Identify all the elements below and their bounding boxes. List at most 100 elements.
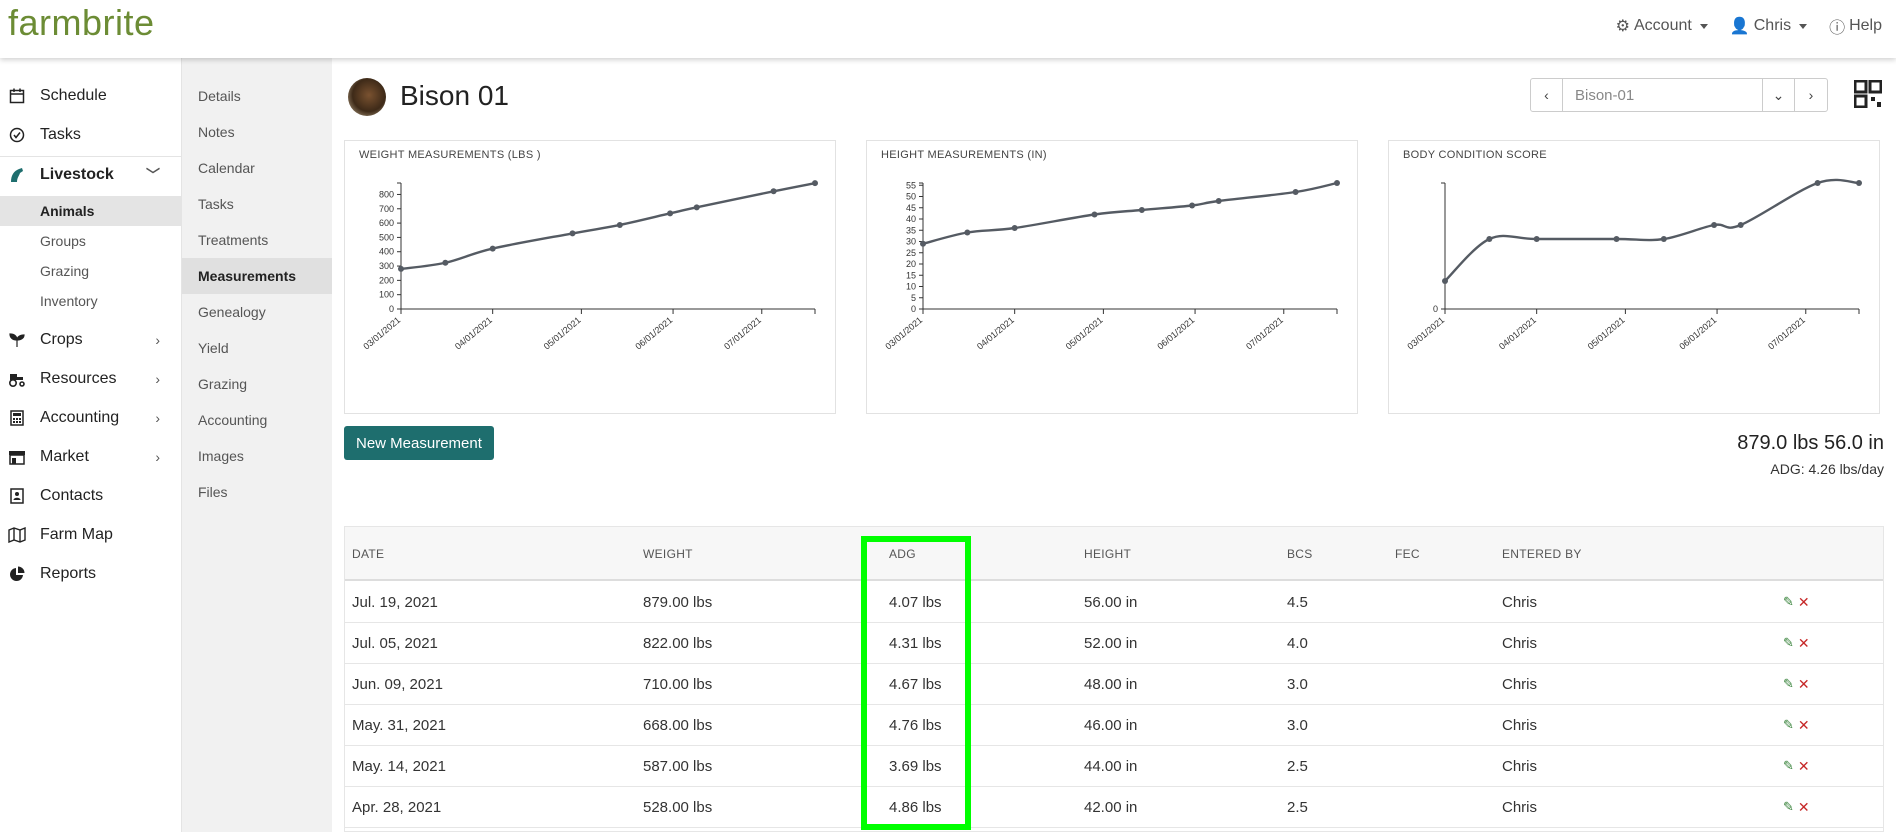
submenu-measurements[interactable]: Measurements — [182, 258, 332, 294]
cell-date: Jul. 19, 2021 — [352, 594, 438, 611]
sidebar-item-resources[interactable]: Resources › — [0, 361, 182, 397]
column-header-height[interactable]: HEIGHT — [1084, 547, 1131, 561]
sidebar-item-market[interactable]: Market › — [0, 439, 182, 475]
user-menu[interactable]: 👤 Chris — [1730, 14, 1808, 38]
sidebar-item-livestock[interactable]: Livestock ﹀ — [0, 156, 182, 192]
data-point — [442, 259, 449, 266]
delete-x-icon[interactable]: ✕ — [1798, 758, 1810, 775]
delete-x-icon[interactable]: ✕ — [1798, 717, 1810, 734]
y-tick-label: 400 — [379, 247, 394, 257]
animal-selector: ‹ ⌄ › — [1530, 78, 1828, 112]
x-tick-label: 04/01/2021 — [975, 315, 1016, 352]
x-tick-label: 07/01/2021 — [722, 315, 763, 352]
check-circle-icon — [8, 126, 26, 144]
x-tick-label: 03/01/2021 — [1405, 315, 1446, 352]
submenu-calendar[interactable]: Calendar — [182, 150, 332, 186]
sidebar-item-tasks[interactable]: Tasks — [0, 117, 182, 153]
table-row[interactable]: Jul. 19, 2021 879.00 lbs 4.07 lbs 56.00 … — [345, 582, 1883, 623]
sidebar-subitem-inventory[interactable]: Inventory — [0, 286, 182, 316]
edit-pencil-icon[interactable]: ✎ — [1783, 676, 1794, 693]
edit-pencil-icon[interactable]: ✎ — [1783, 799, 1794, 816]
edit-pencil-icon[interactable]: ✎ — [1783, 758, 1794, 775]
qr-code-icon[interactable] — [1854, 80, 1882, 108]
y-tick-label: 35 — [906, 225, 916, 235]
table-row[interactable]: Jun. 09, 2021 710.00 lbs 4.67 lbs 48.00 … — [345, 664, 1883, 705]
column-header-weight[interactable]: WEIGHT — [643, 547, 693, 561]
submenu-grazing[interactable]: Grazing — [182, 366, 332, 402]
farmbrite-logo[interactable]: farmbrite — [8, 2, 155, 44]
data-point — [489, 245, 496, 252]
cell-entered-by: Chris — [1502, 635, 1538, 652]
sidebar-subitem-groups[interactable]: Groups — [0, 226, 182, 256]
delete-x-icon[interactable]: ✕ — [1798, 799, 1810, 816]
cell-adg: 4.86 lbs — [889, 799, 942, 816]
pie-chart-icon — [8, 565, 26, 583]
x-tick-label: 04/01/2021 — [1497, 315, 1538, 352]
column-header-date[interactable]: DATE — [352, 547, 384, 561]
y-tick-label: 300 — [379, 261, 394, 271]
next-animal-button[interactable]: › — [1795, 79, 1827, 111]
column-header-fec[interactable]: FEC — [1395, 547, 1420, 561]
column-header-entered-by[interactable]: ENTERED BY — [1502, 547, 1582, 561]
delete-x-icon[interactable]: ✕ — [1798, 635, 1810, 652]
submenu-details[interactable]: Details — [182, 78, 332, 114]
data-point — [616, 221, 623, 228]
cell-weight: 668.00 lbs — [643, 717, 713, 734]
sidebar-item-label: Livestock — [40, 165, 114, 183]
submenu-accounting[interactable]: Accounting — [182, 402, 332, 438]
animal-selector-input[interactable] — [1563, 79, 1763, 111]
x-tick-label: 07/01/2021 — [1244, 315, 1285, 352]
sidebar-item-reports[interactable]: Reports — [0, 556, 182, 592]
y-tick-label: 0 — [389, 304, 394, 314]
page-title: Bison 01 — [400, 80, 509, 111]
submenu-genealogy[interactable]: Genealogy — [182, 294, 332, 330]
sidebar-item-crops[interactable]: Crops › — [0, 322, 182, 358]
column-header-adg[interactable]: ADG — [889, 547, 916, 561]
sidebar-item-schedule[interactable]: Schedule — [0, 78, 182, 114]
y-tick-label: 100 — [379, 290, 394, 300]
delete-x-icon[interactable]: ✕ — [1798, 676, 1810, 693]
data-point — [1613, 236, 1620, 242]
submenu-images[interactable]: Images — [182, 438, 332, 474]
chevron-down-icon: ⌄ — [1772, 86, 1785, 103]
submenu-yield[interactable]: Yield — [182, 330, 332, 366]
account-menu[interactable]: ⚙ Account — [1616, 14, 1708, 38]
animal-dropdown-button[interactable]: ⌄ — [1763, 79, 1795, 111]
row-actions: ✎ ✕ — [1783, 594, 1810, 611]
table-row[interactable]: May. 31, 2021 668.00 lbs 4.76 lbs 46.00 … — [345, 705, 1883, 746]
store-icon — [8, 448, 26, 466]
submenu-tasks[interactable]: Tasks — [182, 186, 332, 222]
cell-adg: 4.76 lbs — [889, 717, 942, 734]
previous-animal-button[interactable]: ‹ — [1531, 79, 1563, 111]
edit-pencil-icon[interactable]: ✎ — [1783, 635, 1794, 652]
sidebar-item-label: Crops — [40, 331, 83, 348]
edit-pencil-icon[interactable]: ✎ — [1783, 594, 1794, 611]
new-measurement-button[interactable]: New Measurement — [344, 426, 494, 460]
data-point — [1814, 180, 1821, 186]
row-actions: ✎ ✕ — [1783, 758, 1810, 775]
cell-weight: 528.00 lbs — [643, 799, 713, 816]
sidebar-item-contacts[interactable]: Contacts — [0, 478, 182, 514]
submenu-treatments[interactable]: Treatments — [182, 222, 332, 258]
x-tick-label: 06/01/2021 — [1677, 315, 1718, 352]
cell-bcs: 2.5 — [1287, 799, 1308, 816]
sidebar-subitem-animals[interactable]: Animals — [0, 196, 182, 226]
edit-pencil-icon[interactable]: ✎ — [1783, 717, 1794, 734]
table-row[interactable]: Apr. 28, 2021 528.00 lbs 4.86 lbs 42.00 … — [345, 787, 1883, 828]
sidebar-subitem-grazing[interactable]: Grazing — [0, 256, 182, 286]
bcs-chart: 003/01/2021 04/01/2021 05/01/2021 06/01/202… — [1405, 178, 1862, 352]
map-icon — [8, 526, 26, 544]
column-header-bcs[interactable]: BCS — [1287, 547, 1313, 561]
tractor-icon — [8, 370, 26, 388]
delete-x-icon[interactable]: ✕ — [1798, 594, 1810, 611]
help-link[interactable]: ⓘ Help — [1829, 14, 1882, 38]
submenu-notes[interactable]: Notes — [182, 114, 332, 150]
table-row[interactable]: May. 14, 2021 587.00 lbs 3.69 lbs 44.00 … — [345, 746, 1883, 787]
submenu-files[interactable]: Files — [182, 474, 332, 510]
sidebar-item-accounting[interactable]: Accounting › — [0, 400, 182, 436]
table-row[interactable]: Jul. 05, 2021 822.00 lbs 4.31 lbs 52.00 … — [345, 623, 1883, 664]
y-tick-label: 600 — [379, 218, 394, 228]
chevron-down-icon: ﹀ — [146, 166, 160, 183]
sidebar-item-farm-map[interactable]: Farm Map — [0, 517, 182, 553]
cell-height: 42.00 in — [1084, 799, 1138, 816]
